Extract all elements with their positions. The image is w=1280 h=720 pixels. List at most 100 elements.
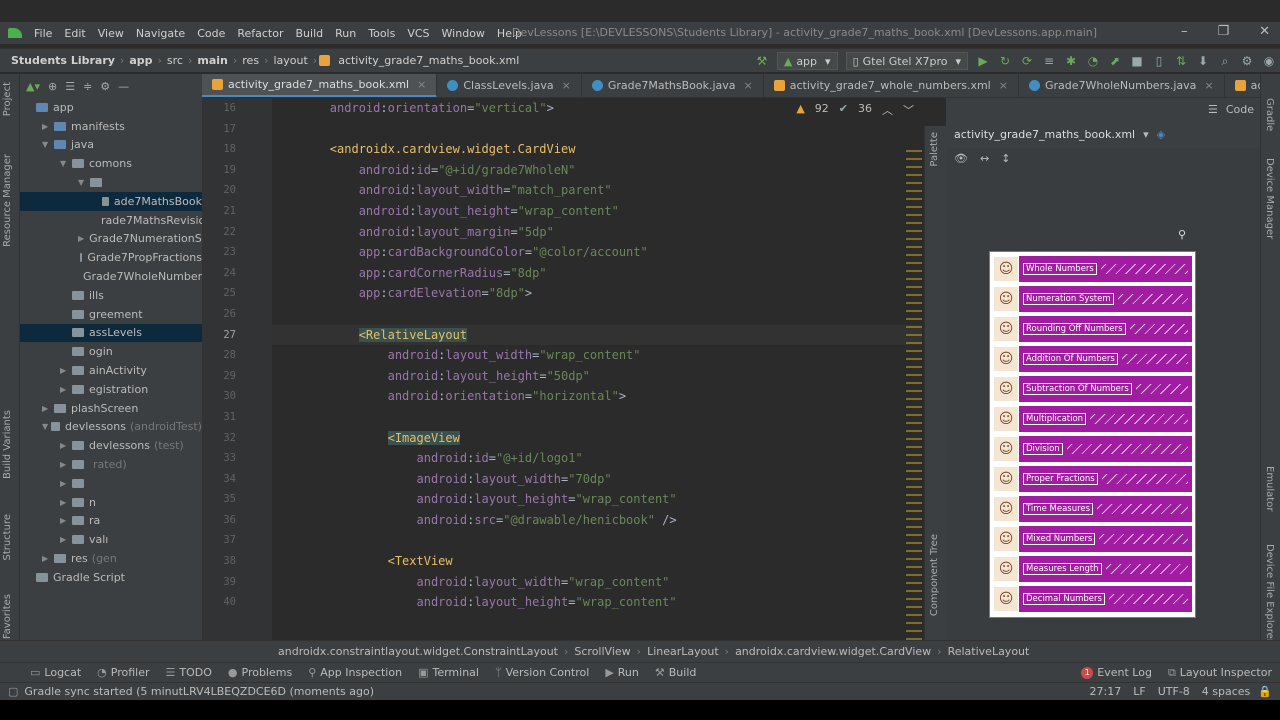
minimize-icon[interactable]: – xyxy=(1181,24,1188,39)
chevron-right-icon[interactable]: ▶ xyxy=(78,234,84,243)
menu-edit[interactable]: Edit xyxy=(58,27,91,40)
gear-icon[interactable]: ⚙ xyxy=(100,80,110,93)
code-line[interactable]: android:layout_height="wrap_content" xyxy=(272,201,922,222)
close-tab-icon[interactable]: × xyxy=(744,79,753,92)
tree-item[interactable]: ▶ xyxy=(20,474,202,493)
code-line[interactable]: android:layout_height="wrap_content" xyxy=(272,489,922,510)
device-select[interactable]: ▯ Gtel Gtel X7pro ▾ xyxy=(845,52,968,70)
tree-item[interactable]: ▶ Grade7NumerationSystem xyxy=(20,230,202,249)
crumb-card-view[interactable]: androidx.cardview.widget.CardView xyxy=(729,645,937,658)
code-line[interactable] xyxy=(272,407,922,428)
problems-button[interactable]: ● Problems xyxy=(220,666,300,679)
layers-icon[interactable]: ◈ xyxy=(1157,128,1165,141)
build-variants-tab[interactable]: Build Variants xyxy=(2,410,13,479)
preview-card[interactable]: ☺ Numeration System xyxy=(993,286,1192,312)
menu-refactor[interactable]: Refactor xyxy=(231,27,289,40)
code-line[interactable]: <androidx.cardview.widget.CardView xyxy=(272,139,922,160)
preview-card[interactable]: ☺ Measures Length xyxy=(993,556,1192,582)
code-line[interactable]: app:cardCornerRadius="8dp" xyxy=(272,263,922,284)
crumb-linear-layout[interactable]: LinearLayout xyxy=(641,645,725,658)
code-line[interactable] xyxy=(272,530,922,551)
layout-inspector-button[interactable]: ⧉ Layout Inspector xyxy=(1160,666,1280,680)
close-tab-icon[interactable]: × xyxy=(1204,79,1213,92)
menu-tools[interactable]: Tools xyxy=(362,27,401,40)
caret-position[interactable]: 27:17 xyxy=(1090,685,1122,698)
gradle-tab[interactable]: Gradle xyxy=(1264,98,1275,131)
code-line[interactable]: android:layout_margin="5dp" xyxy=(272,222,922,243)
code-line[interactable]: android:layout_width="match_parent" xyxy=(272,180,922,201)
preview-card[interactable]: ☺ Multiplication xyxy=(993,406,1192,432)
search-icon[interactable]: ⌕ xyxy=(1216,52,1234,70)
tree-item[interactable]: Grade7WholeNumbers xyxy=(20,267,202,286)
indent-setting[interactable]: 4 spaces xyxy=(1202,685,1251,698)
chevron-down-icon[interactable]: ▼ xyxy=(42,140,54,149)
chevron-right-icon[interactable]: ▶ xyxy=(60,498,72,507)
menu-vcs[interactable]: VCS xyxy=(401,27,435,40)
eye-icon[interactable]: 👁 xyxy=(954,152,968,165)
chevron-right-icon[interactable]: ▶ xyxy=(42,122,54,131)
apply-changes-icon[interactable]: ↻ xyxy=(996,52,1014,70)
preview-card[interactable]: ☺ Rounding Off Numbers xyxy=(993,316,1192,342)
tree-item[interactable]: ade7MathsBook xyxy=(20,191,202,211)
stop-icon[interactable]: ■ xyxy=(1128,52,1146,70)
preview-card[interactable]: ☺ Decimal Numbers xyxy=(993,586,1192,612)
close-tab-icon[interactable]: × xyxy=(562,79,571,92)
tab-activity-grade7-maths-book[interactable]: activity_grade7_maths_book.xml × xyxy=(202,74,438,97)
code-line[interactable]: android:orientation="horizontal"> xyxy=(272,386,922,407)
crumb-constraint-layout[interactable]: androidx.constraintlayout.widget.Constra… xyxy=(272,645,564,658)
tree-item[interactable]: ▶ n xyxy=(20,493,202,512)
file-encoding[interactable]: UTF-8 xyxy=(1158,685,1190,698)
code-line[interactable] xyxy=(272,304,922,325)
tab-activ[interactable]: activ xyxy=(1225,74,1260,97)
chevron-right-icon[interactable]: ▶ xyxy=(60,460,72,469)
preview-card[interactable]: ☺ Mixed Numbers xyxy=(993,526,1192,552)
expand-all-icon[interactable]: ☰ xyxy=(65,80,75,93)
tree-item[interactable]: ▶ devlessons (test) xyxy=(20,436,202,455)
tree-item[interactable]: ills xyxy=(20,286,202,305)
component-tree-tab[interactable]: Component Tree xyxy=(929,534,940,616)
run-button[interactable]: ▶ Run xyxy=(597,666,647,679)
menu-code[interactable]: Code xyxy=(191,27,231,40)
editor-error-stripe[interactable] xyxy=(906,150,922,640)
menu-window[interactable]: Window xyxy=(436,27,491,40)
tree-item[interactable]: assLevels xyxy=(20,323,202,343)
menu-view[interactable]: View xyxy=(92,27,130,40)
chevron-right-icon[interactable]: ▶ xyxy=(60,535,72,544)
breadcrumb-layout[interactable]: layout xyxy=(270,54,310,67)
code-line[interactable]: <RelativeLayout xyxy=(272,324,922,346)
resource-manager-tab[interactable]: Resource Manager xyxy=(2,154,13,247)
profiler-button[interactable]: ◔ Profiler xyxy=(89,666,157,679)
tree-item[interactable]: greement xyxy=(20,305,202,324)
breadcrumb-file[interactable]: activity_grade7_maths_book.xml xyxy=(335,54,522,67)
profile-icon[interactable]: ◔ xyxy=(1084,52,1102,70)
chevron-right-icon[interactable]: ▶ xyxy=(60,479,72,488)
crumb-scroll-view[interactable]: ScrollView xyxy=(568,645,636,658)
preview-card[interactable]: ☺ Proper Fractions xyxy=(993,466,1192,492)
sdk-manager-icon[interactable]: ⬇ xyxy=(1194,52,1212,70)
code-line[interactable] xyxy=(272,119,922,140)
crumb-relative-layout[interactable]: RelativeLayout xyxy=(942,645,1036,658)
line-separator[interactable]: LF xyxy=(1133,685,1145,698)
chevron-down-icon[interactable]: ▼ xyxy=(42,422,51,431)
tree-item[interactable]: ▶ ra xyxy=(20,512,202,531)
code-line[interactable]: android:layout_height="50dp" xyxy=(272,366,922,387)
close-tab-icon[interactable]: × xyxy=(417,78,426,91)
device-file-explorer-tab[interactable]: Device File Explorer xyxy=(1264,544,1275,643)
tab-grade7-maths-book[interactable]: Grade7MathsBook.java × xyxy=(582,74,764,97)
todo-button[interactable]: ☰ TODO xyxy=(158,666,220,679)
chevron-up-icon[interactable]: ︿ xyxy=(882,102,893,118)
debug-icon[interactable]: ✱ xyxy=(1062,52,1080,70)
tree-item[interactable]: app xyxy=(20,98,202,117)
code-line[interactable]: android:id="@+id/grade7WholeN" xyxy=(272,160,922,181)
code-line[interactable]: android:layout_width="70dp" xyxy=(272,469,922,490)
vertical-resize-icon[interactable]: ↕ xyxy=(1001,152,1010,165)
notifications-icon[interactable]: ◉ xyxy=(1260,52,1278,70)
preview-card[interactable]: ☺ Subtraction Of Numbers xyxy=(993,376,1192,402)
chevron-right-icon[interactable]: ▶ xyxy=(60,516,72,525)
preview-card[interactable]: ☺ Division xyxy=(993,436,1192,462)
code-line[interactable]: <ImageView xyxy=(272,428,922,449)
tab-grade7-whole-numbers[interactable]: Grade7WholeNumbers.java × xyxy=(1019,74,1225,97)
tree-item[interactable]: ▶ valı xyxy=(20,530,202,549)
close-icon[interactable]: ✕ xyxy=(1259,24,1270,39)
tab-class-levels[interactable]: ClassLevels.java × xyxy=(437,74,582,97)
